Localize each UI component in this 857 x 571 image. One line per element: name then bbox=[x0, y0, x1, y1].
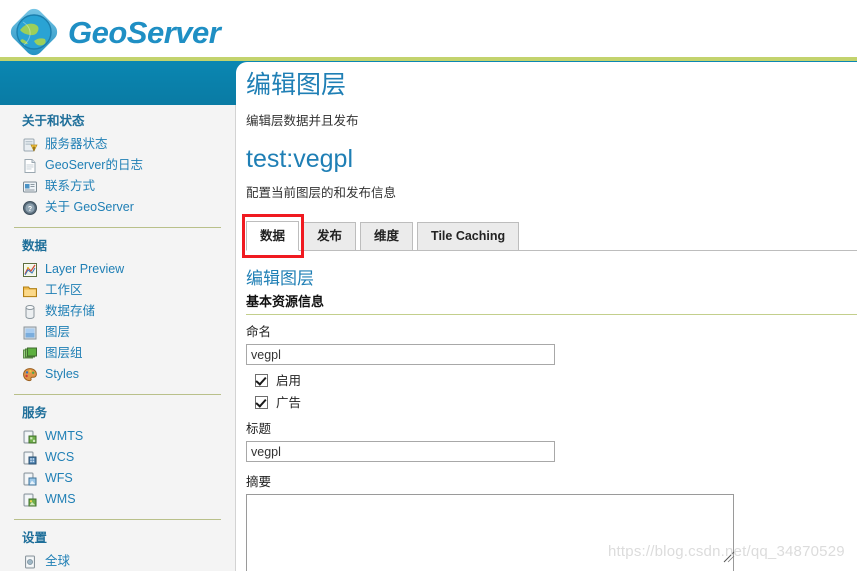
resource-title: test:vegpl bbox=[246, 144, 354, 173]
service-icon bbox=[23, 493, 37, 506]
sidebar-label: Layer Preview bbox=[45, 262, 125, 277]
sidebar-section-services: 服务 WMTS WCS WFS WMS bbox=[0, 406, 235, 520]
sidebar-label: 关于 GeoServer bbox=[45, 200, 134, 215]
sidebar-section-data: 数据 Layer Preview 工作区 数据存储 图层 图层组 Styles bbox=[0, 239, 235, 395]
sidebar-item-wms[interactable]: WMS bbox=[14, 489, 221, 510]
sidebar-section-settings: 设置 全球 JAI bbox=[0, 531, 235, 571]
tab-label: 维度 bbox=[374, 229, 400, 244]
sidebar-item-datastores[interactable]: 数据存储 bbox=[14, 301, 221, 322]
sidebar-label: GeoServer的日志 bbox=[45, 158, 143, 173]
sidebar-label: Styles bbox=[45, 367, 80, 382]
sidebar-heading-about: 关于和状态 bbox=[22, 114, 85, 128]
sidebar-item-geoserver-logs[interactable]: GeoServer的日志 bbox=[14, 155, 221, 176]
document-icon bbox=[24, 158, 36, 173]
sidebar-item-wcs[interactable]: WCS bbox=[14, 447, 221, 468]
name-field-label: 命名 bbox=[246, 325, 272, 340]
resource-form: 编辑图层 基本资源信息 命名 启用 广告 标题 摘要 bbox=[246, 269, 857, 571]
sidebar-heading-data: 数据 bbox=[22, 239, 48, 253]
section-divider bbox=[246, 314, 857, 316]
main-content: 编辑图层 编辑层数据并且发布 test:vegpl 配置当前图层的和发布信息 数… bbox=[242, 71, 857, 571]
tab-dimensions[interactable]: 维度 bbox=[360, 222, 414, 251]
svg-text:?: ? bbox=[28, 206, 32, 213]
sidebar-label: 数据存储 bbox=[45, 304, 96, 319]
sidebar-item-server-status[interactable]: 服务器状态 bbox=[14, 134, 221, 155]
tab-tile-caching[interactable]: Tile Caching bbox=[417, 222, 520, 251]
layer-icon bbox=[23, 326, 37, 339]
sidebar-item-wmts[interactable]: WMTS bbox=[14, 426, 221, 447]
folder-icon bbox=[23, 286, 37, 297]
sidebar-label: WFS bbox=[45, 471, 73, 486]
section-heading: 基本资源信息 bbox=[246, 293, 325, 309]
title-field-label: 标题 bbox=[246, 422, 272, 437]
sidebar-label: 图层组 bbox=[45, 346, 83, 361]
enabled-checkbox-row[interactable]: 启用 bbox=[255, 373, 857, 388]
sidebar-label: 工作区 bbox=[45, 283, 83, 298]
globe-settings-icon bbox=[25, 555, 35, 568]
sidebar: 关于和状态 服务器状态 GeoServer的日志 联系方式 ? 关于 GeoSe… bbox=[0, 105, 236, 571]
service-icon bbox=[23, 472, 37, 485]
palette-icon bbox=[23, 367, 37, 381]
advertised-checkbox-row[interactable]: 广告 bbox=[255, 395, 857, 410]
sidebar-item-styles[interactable]: Styles bbox=[14, 364, 221, 385]
advertised-checkbox[interactable] bbox=[255, 396, 268, 410]
title-input[interactable] bbox=[246, 441, 555, 463]
layer-group-icon bbox=[23, 347, 37, 358]
sidebar-label: WMS bbox=[45, 492, 76, 507]
form-heading: 编辑图层 bbox=[246, 269, 314, 288]
sidebar-item-wfs[interactable]: WFS bbox=[14, 468, 221, 489]
resource-subtitle: 配置当前图层的和发布信息 bbox=[246, 186, 397, 200]
sidebar-label: 服务器状态 bbox=[45, 137, 108, 152]
brand-title: GeoServer bbox=[68, 14, 221, 50]
enabled-label: 启用 bbox=[276, 373, 302, 388]
brand-logo-block[interactable]: GeoServer bbox=[10, 8, 221, 56]
sidebar-item-contact[interactable]: 联系方式 bbox=[14, 176, 221, 197]
tab-label: 数据 bbox=[260, 228, 286, 243]
sidebar-divider bbox=[14, 519, 221, 520]
sidebar-item-layers[interactable]: 图层 bbox=[14, 322, 221, 343]
sidebar-divider bbox=[14, 394, 221, 395]
sidebar-label: 全球 bbox=[45, 554, 71, 569]
page-subtitle: 编辑层数据并且发布 bbox=[246, 113, 359, 128]
sidebar-label: 图层 bbox=[45, 325, 71, 340]
sidebar-label: WCS bbox=[45, 450, 75, 465]
sidebar-item-about-geoserver[interactable]: ? 关于 GeoServer bbox=[14, 197, 221, 218]
tab-data[interactable]: 数据 bbox=[246, 221, 300, 251]
sidebar-section-about: 关于和状态 服务器状态 GeoServer的日志 联系方式 ? 关于 GeoSe… bbox=[0, 114, 235, 228]
service-icon bbox=[23, 451, 37, 464]
name-input[interactable] bbox=[246, 344, 555, 366]
app-header: GeoServer bbox=[0, 0, 857, 58]
sidebar-heading-services: 服务 bbox=[22, 406, 48, 420]
sidebar-item-workspaces[interactable]: 工作区 bbox=[14, 280, 221, 301]
sidebar-label: WMTS bbox=[45, 429, 84, 444]
tab-label: Tile Caching bbox=[431, 229, 506, 244]
sidebar-item-global[interactable]: 全球 bbox=[14, 551, 221, 571]
server-status-icon bbox=[23, 138, 38, 152]
tab-bar: 数据 发布 维度 Tile Caching bbox=[242, 214, 857, 258]
enabled-checkbox[interactable] bbox=[255, 374, 268, 388]
page-title: 编辑图层 bbox=[246, 71, 347, 99]
sidebar-label: 联系方式 bbox=[45, 179, 96, 194]
abstract-field-label: 摘要 bbox=[246, 475, 272, 490]
tab-publishing[interactable]: 发布 bbox=[303, 222, 357, 251]
globe-icon bbox=[10, 8, 58, 56]
abstract-textarea[interactable] bbox=[246, 494, 734, 571]
geoserver-page: GeoServer 关于和状态 服务器状态 GeoServer的日志 联系方式 … bbox=[0, 0, 857, 571]
service-icon bbox=[23, 430, 37, 443]
sidebar-divider bbox=[14, 227, 221, 228]
layer-preview-icon bbox=[23, 262, 37, 277]
database-icon bbox=[25, 304, 35, 319]
advertised-label: 广告 bbox=[276, 395, 302, 410]
help-circle-icon: ? bbox=[23, 200, 37, 215]
contact-card-icon bbox=[23, 181, 37, 192]
tab-label: 发布 bbox=[317, 229, 343, 244]
sidebar-item-layergroups[interactable]: 图层组 bbox=[14, 343, 221, 364]
sidebar-item-layer-preview[interactable]: Layer Preview bbox=[14, 259, 221, 280]
sidebar-heading-settings: 设置 bbox=[22, 531, 48, 545]
